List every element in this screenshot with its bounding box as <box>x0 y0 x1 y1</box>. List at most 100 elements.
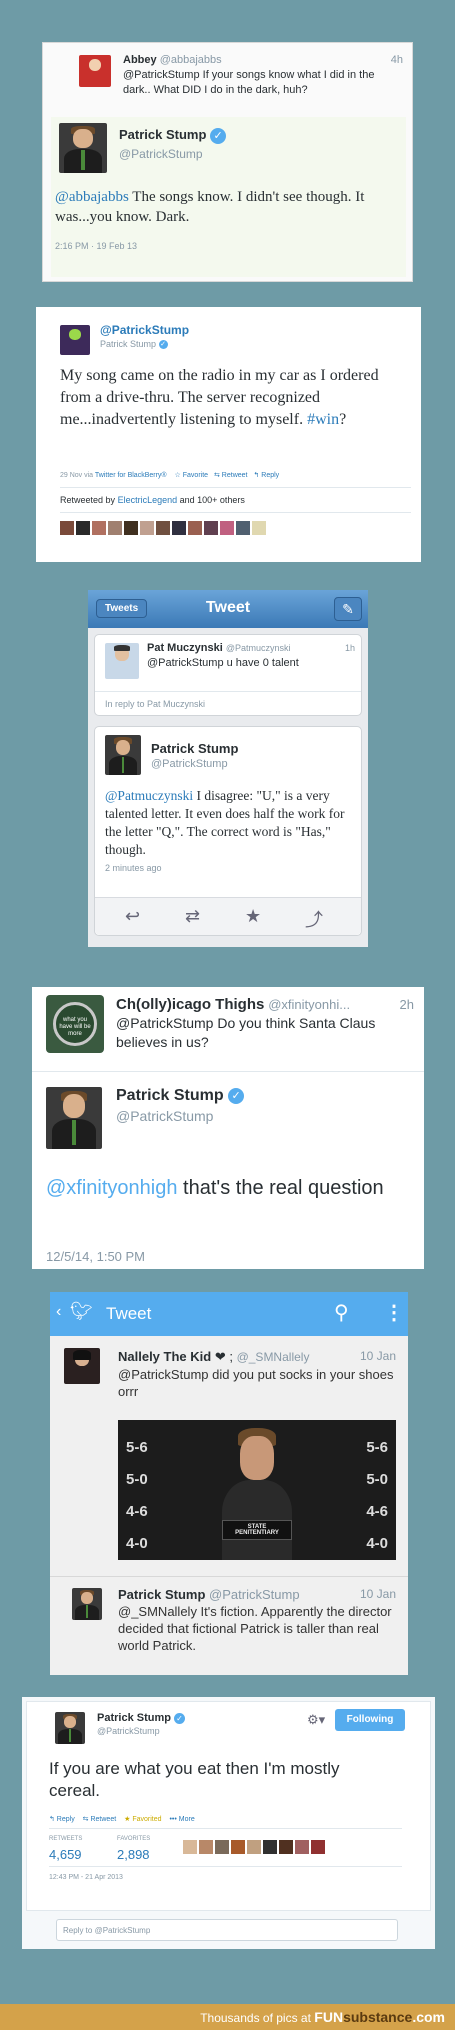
tweet-text: If you are what you eat then I'm mostly … <box>49 1759 340 1800</box>
favorite-button[interactable]: ☆ Favorite <box>175 472 209 479</box>
verified-icon: ✓ <box>210 127 227 144</box>
height-mark: 4-6 <box>126 1503 148 1520</box>
author-handle[interactable]: @PatrickStump <box>209 1587 300 1602</box>
mugshot-image[interactable]: 5-6 5-0 4-6 4-0 5-6 5-0 4-6 4-0 STATE PE… <box>118 1420 396 1560</box>
patrick-avatar[interactable] <box>46 1087 102 1149</box>
mention-link[interactable]: @xfinityonhigh <box>46 1177 177 1199</box>
author-name[interactable]: Patrick Stump <box>151 741 238 756</box>
divider <box>50 1576 408 1577</box>
reply-handle[interactable]: @xfinityonhi... <box>268 997 350 1012</box>
reply-name[interactable]: Nallely The Kid <box>118 1349 211 1364</box>
favoriter-avatars[interactable] <box>183 1840 383 1856</box>
following-button[interactable]: Following <box>335 1709 405 1731</box>
timestamp: 2 minutes ago <box>105 863 162 873</box>
tweet1-card: Abbey @abbajabbs 4h @PatrickStump If you… <box>42 42 413 282</box>
reply-name[interactable]: Ch(olly)icago Thighs <box>116 996 264 1013</box>
star-icon[interactable]: ★ <box>245 906 261 927</box>
reply-button[interactable]: ↰ Reply <box>253 472 279 479</box>
retweet-button[interactable]: ⇆ Retweet <box>83 1816 117 1823</box>
retweet-icon[interactable]: ⇄ <box>185 906 200 927</box>
mugshot-person <box>222 1428 292 1560</box>
author-handle[interactable]: @PatrickStump <box>119 147 203 161</box>
divider <box>49 1866 402 1867</box>
reply-symbol: ❤ ; <box>214 1349 233 1364</box>
pat-avatar[interactable] <box>105 643 139 679</box>
footer-bar: Thousands of pics at FUNsubstance.com <box>0 2004 455 2030</box>
retweets-count[interactable]: 4,659 <box>49 1847 82 1862</box>
mention-link[interactable]: @abbajabbs <box>55 189 129 205</box>
in-reply-link[interactable]: In reply to Pat Muczynski <box>105 699 205 709</box>
retweeter-link[interactable]: ElectricLegend <box>118 495 178 505</box>
app-bar: ‹ 🐦︎ Tweet ⚲ ⋮ <box>50 1292 408 1336</box>
retweets-label: RETWEETS <box>49 1836 83 1842</box>
timestamp: 12/5/14, 1:50 PM <box>46 1249 146 1264</box>
tweet-text: @_SMNallely It's fiction. Apparently the… <box>118 1604 392 1653</box>
author-name[interactable]: Patrick Stump <box>119 127 206 142</box>
timestamp[interactable]: 2:16 PM · 19 Feb 13 <box>55 241 137 251</box>
reply-handle[interactable]: @_SMNallely <box>237 1350 310 1364</box>
patrick-avatar[interactable] <box>60 325 90 355</box>
abbey-avatar[interactable] <box>79 55 111 87</box>
author-handle[interactable]: @PatrickStump <box>116 1108 213 1124</box>
tweet2-card: @PatrickStump Patrick Stump ✓ My song ca… <box>36 307 421 562</box>
height-mark: 5-0 <box>126 1471 148 1488</box>
tweet-body: that's the real question <box>177 1177 384 1199</box>
author-name[interactable]: Patrick Stump <box>97 1712 171 1724</box>
nallely-avatar[interactable] <box>64 1348 100 1384</box>
favorites-count[interactable]: 2,898 <box>117 1847 150 1862</box>
author-name[interactable]: Patrick Stump <box>118 1587 205 1602</box>
tweet-panel: Patrick Stump ✓ @PatrickStump ⚙▾ Followi… <box>26 1701 431 1911</box>
compose-icon[interactable]: ✎ <box>334 597 362 621</box>
patrick-avatar[interactable] <box>59 123 107 173</box>
gear-icon[interactable]: ⚙▾ <box>307 1712 325 1728</box>
back-arrow-icon[interactable]: ‹ <box>56 1303 61 1321</box>
author-name[interactable]: Patrick Stump <box>116 1087 224 1104</box>
author-handle-top[interactable]: @PatrickStump <box>100 323 189 337</box>
patrick-avatar[interactable] <box>55 1712 85 1744</box>
tweet-text: @xfinityonhigh that's the real question <box>46 1174 406 1202</box>
search-icon[interactable]: ⚲ <box>334 1300 349 1325</box>
tweet-body-end: ? <box>339 411 347 428</box>
favorited-button[interactable]: ★ Favorited <box>124 1816 161 1823</box>
reply-text: @PatrickStump u have 0 talent <box>147 657 299 669</box>
reply-time: 2h <box>399 997 414 1012</box>
overflow-menu-icon[interactable]: ⋮ <box>384 1300 404 1325</box>
author-name[interactable]: Patrick Stump <box>100 339 156 349</box>
main-tweet-area: Patrick Stump ✓ @PatrickStump @abbajabbs… <box>51 117 406 277</box>
verified-icon: ✓ <box>158 340 168 350</box>
funsubstance-logo[interactable]: FUNsubstance.com <box>314 2009 445 2025</box>
retweet-button[interactable]: ⇆ Retweet <box>214 472 248 479</box>
author-handle[interactable]: @PatrickStump <box>97 1726 160 1736</box>
app-bar-title: Tweet <box>106 1304 152 1323</box>
reply-handle[interactable]: @Patmuczynski <box>226 643 291 653</box>
reply-time: 4h <box>390 54 403 66</box>
reply-name[interactable]: Abbey <box>123 54 157 66</box>
verified-icon: ✓ <box>174 1712 186 1724</box>
reply-time: 1h <box>344 643 355 653</box>
tweet6-card: Patrick Stump ✓ @PatrickStump ⚙▾ Followi… <box>22 1697 435 1949</box>
client-link[interactable]: Twitter for BlackBerry® <box>95 472 167 479</box>
retweeter-avatars[interactable] <box>60 521 280 535</box>
share-icon[interactable]: ⤴ <box>305 906 323 932</box>
cholly-avatar[interactable]: what you have will be more <box>46 995 104 1053</box>
more-button[interactable]: ••• More <box>169 1816 194 1823</box>
timestamp: 12:43 PM - 21 Apr 2013 <box>49 1874 123 1881</box>
reply-button[interactable]: ↰ Reply <box>49 1816 75 1823</box>
author-handle[interactable]: @PatrickStump <box>151 758 228 770</box>
hashtag-link[interactable]: #win <box>307 411 339 428</box>
reply-text: @PatrickStump Do you think Santa Claus b… <box>116 1015 376 1050</box>
retweeted-prefix: Retweeted by <box>60 495 116 505</box>
action-bar: ↩ ⇄ ★ ⤴ <box>95 897 361 935</box>
patrick-avatar[interactable] <box>72 1588 102 1620</box>
avatar-bracelet: what you have will be more <box>53 1002 97 1046</box>
reply-name[interactable]: Pat Muczynski <box>147 642 223 654</box>
nav-title: Tweet <box>205 599 251 616</box>
height-mark: 4-6 <box>366 1503 388 1520</box>
reply-input[interactable]: Reply to @PatrickStump <box>56 1919 398 1941</box>
patrick-avatar[interactable] <box>105 735 141 775</box>
mention-link[interactable]: @Patmuczynski <box>105 788 193 803</box>
tweet3-card: Tweets Tweet ✎ Pat Muczynski @Patmuczyns… <box>88 590 368 947</box>
reply-handle[interactable]: @abbajabbs <box>160 54 222 66</box>
reply-text: @PatrickStump If your songs know what I … <box>123 69 375 96</box>
reply-icon[interactable]: ↩ <box>125 906 140 927</box>
